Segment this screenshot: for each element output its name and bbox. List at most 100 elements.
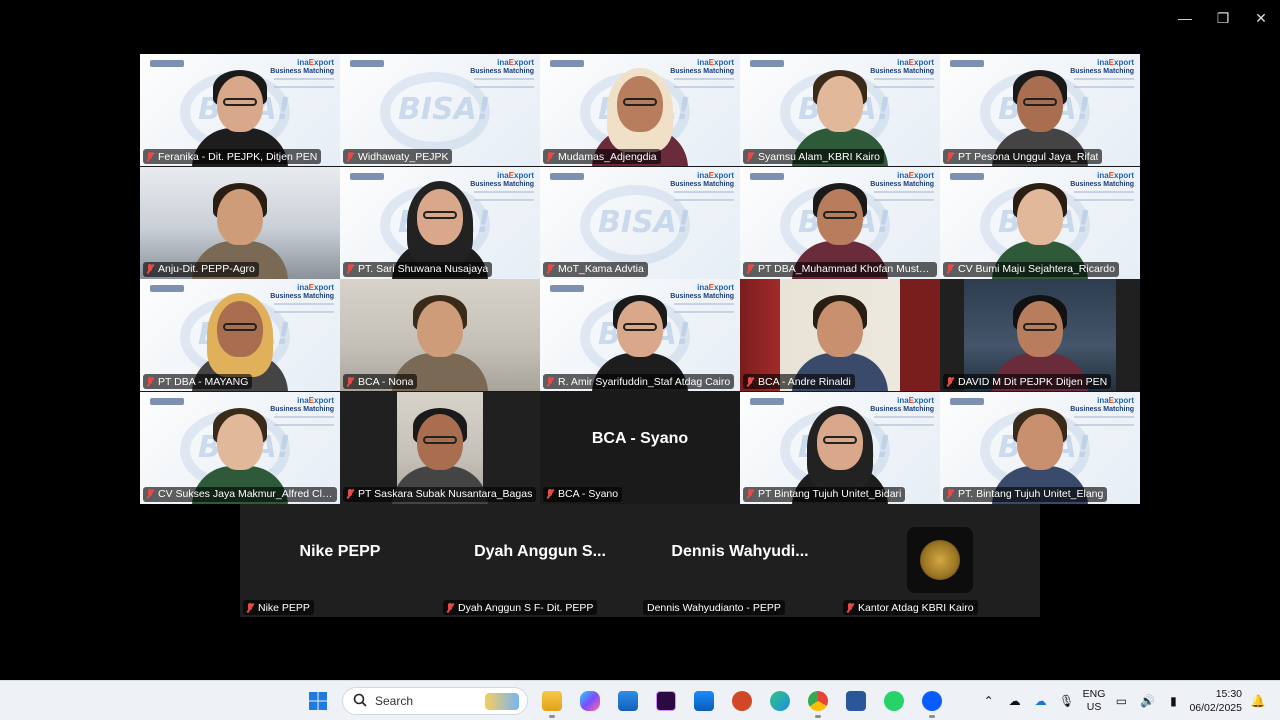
participant-tile[interactable]: inaExportBusiness MatchingBISA!PT. Binta… bbox=[940, 391, 1140, 504]
participant-display-name: Nike PEPP bbox=[299, 542, 381, 560]
copilot-icon[interactable] bbox=[572, 683, 608, 719]
participant-tile[interactable]: inaExportBusiness MatchingBISA!PT DBA_Mu… bbox=[740, 166, 940, 279]
microphone-icon[interactable]: 🎙 bbox=[1057, 691, 1077, 711]
participant-name-label: MoT_Kama Advtia bbox=[543, 261, 648, 277]
muted-microphone-icon bbox=[945, 264, 955, 274]
inaexport-logo: inaExport bbox=[697, 58, 734, 67]
participant-head bbox=[813, 70, 867, 132]
ministry-logo bbox=[950, 397, 984, 405]
participant-tile[interactable]: PT Saskara Subak Nusantara_Bagas bbox=[340, 391, 540, 504]
ministry-logo bbox=[550, 285, 584, 292]
participant-name-label: BCA - Andre Rinaldi bbox=[743, 374, 855, 389]
word-icon[interactable] bbox=[838, 683, 874, 719]
bisa-watermark: BISA! bbox=[398, 92, 491, 127]
participant-tile[interactable]: inaExportBusiness MatchingBISA!R. Amir S… bbox=[540, 279, 740, 391]
participant-name-label: PT. Bintang Tujuh Unitet_Elang bbox=[943, 486, 1108, 502]
participant-tile[interactable]: Dyah Anggun S... Dyah Anggun S F- Dit. PE… bbox=[440, 504, 640, 617]
participant-tile[interactable]: inaExportBusiness MatchingBISA!Syamsu Al… bbox=[740, 54, 940, 166]
muted-microphone-icon bbox=[345, 264, 355, 274]
participant-name: R. Amir Syarifuddin_Staf Atdag Cairo bbox=[558, 375, 731, 388]
participant-tile[interactable]: inaExportBusiness MatchingBISA!PT DBA - … bbox=[140, 279, 340, 391]
taskbar-search[interactable]: Search bbox=[342, 687, 528, 715]
slide-title: Business Matching bbox=[470, 68, 534, 75]
participant-head bbox=[213, 182, 267, 245]
inaexport-logo: inaExport bbox=[297, 395, 334, 405]
participant-tile[interactable]: inaExportBusiness MatchingBISA!PT Pesona… bbox=[940, 54, 1140, 166]
display-icon[interactable]: ▭ bbox=[1111, 691, 1131, 711]
microsoft-store-icon[interactable] bbox=[610, 683, 646, 719]
participant-name: BCA - Syano bbox=[558, 488, 619, 500]
outlook-icon[interactable] bbox=[686, 683, 722, 719]
ministry-logo bbox=[750, 172, 784, 180]
participant-tile[interactable]: BCA - Syano BCA - Syano bbox=[540, 391, 740, 504]
chrome-icon[interactable] bbox=[800, 683, 836, 719]
volume-icon[interactable]: 🔊 bbox=[1137, 691, 1157, 711]
taskbar: Search ⌃ ☁ ☁ 🎙 ENG US ▭ 🔊 ▮ 15:30 06/02/… bbox=[0, 680, 1280, 720]
participant-name: Syamsu Alam_KBRI Kairo bbox=[758, 150, 880, 163]
language-indicator[interactable]: ENG US bbox=[1083, 688, 1106, 714]
clock[interactable]: 15:30 06/02/2025 bbox=[1189, 687, 1242, 715]
face bbox=[817, 76, 863, 132]
participant-name-label: BCA - Syano bbox=[543, 486, 623, 502]
slide-title: Business Matching bbox=[1070, 405, 1134, 413]
inaexport-logo: inaExport bbox=[1097, 395, 1134, 405]
participant-tile[interactable]: inaExportBusiness MatchingBISA!CV Sukses… bbox=[140, 391, 340, 504]
participant-tile[interactable]: inaExportBusiness MatchingBISA!CV Bumi M… bbox=[940, 166, 1140, 279]
inaexport-logo: inaExport bbox=[897, 395, 934, 405]
participant-tile[interactable]: DAVID M Dit PEJPK Ditjen PEN bbox=[940, 279, 1140, 391]
participant-tile[interactable]: inaExportBusiness MatchingBISA!PT. Sari … bbox=[340, 166, 540, 279]
participant-tile[interactable]: inaExportBusiness MatchingBISA!Feranika … bbox=[140, 54, 340, 166]
participant-tile[interactable]: inaExport Business Matching BISA! MoT_Kama … bbox=[540, 166, 740, 279]
glasses bbox=[223, 323, 257, 331]
ministry-logo bbox=[950, 172, 984, 180]
participant-tile[interactable]: Kantor Atdag KBRI Kairo bbox=[840, 504, 1040, 617]
chevron-up-icon[interactable]: ⌃ bbox=[979, 691, 999, 711]
battery-icon[interactable]: ▮ bbox=[1163, 691, 1183, 711]
participant-head bbox=[213, 407, 267, 470]
face bbox=[817, 301, 863, 357]
glasses bbox=[423, 210, 457, 219]
whatsapp-icon[interactable] bbox=[876, 683, 912, 719]
slide-title: Business Matching bbox=[670, 180, 734, 188]
glasses bbox=[223, 98, 257, 106]
slide-title: Business Matching bbox=[270, 405, 334, 413]
participant-tile[interactable]: Dennis Wahyudi... Dennis Wahyudianto - PE… bbox=[640, 504, 840, 617]
file-explorer-icon[interactable] bbox=[534, 683, 570, 719]
face bbox=[217, 188, 263, 245]
participant-name: PT. Sari Shuwana Nusajaya bbox=[358, 263, 489, 275]
zoom-icon[interactable] bbox=[914, 683, 950, 719]
muted-microphone-icon bbox=[745, 151, 755, 162]
glasses bbox=[1023, 98, 1057, 106]
participant-tile[interactable]: BCA - Nona bbox=[340, 279, 540, 391]
notification-bell-icon[interactable]: 🔔 bbox=[1248, 691, 1268, 711]
onedrive-icon[interactable]: ☁ bbox=[1031, 691, 1051, 711]
premiere-icon[interactable] bbox=[648, 683, 684, 719]
maximize-button[interactable]: ❐ bbox=[1204, 0, 1242, 36]
glasses bbox=[623, 98, 657, 106]
network-drive-icon[interactable]: ☁ bbox=[1005, 691, 1025, 711]
muted-microphone-icon bbox=[345, 151, 355, 162]
time: 15:30 bbox=[1215, 688, 1242, 700]
participant-name: BCA - Andre Rinaldi bbox=[758, 375, 851, 388]
inaexport-logo: inaExport bbox=[297, 283, 334, 292]
participant-name: Kantor Atdag KBRI Kairo bbox=[858, 601, 974, 614]
slide-title: Business Matching bbox=[270, 293, 334, 300]
participant-name-label: Kantor Atdag KBRI Kairo bbox=[843, 600, 978, 615]
participant-tile[interactable]: Anju-Dit. PEPP-Agro bbox=[140, 166, 340, 279]
bisa-watermark: BISA! bbox=[598, 204, 691, 240]
participant-tile[interactable]: inaExport Business Matching BISA! Widhawaty… bbox=[340, 54, 540, 166]
glasses bbox=[1023, 323, 1057, 331]
close-button[interactable]: ✕ bbox=[1242, 0, 1280, 36]
participant-tile[interactable]: inaExportBusiness MatchingBISA!Mudamas_A… bbox=[540, 54, 740, 166]
system-tray: ⌃ ☁ ☁ 🎙 ENG US ▭ 🔊 ▮ 15:30 06/02/2025 🔔 bbox=[979, 681, 1280, 720]
powerpoint-icon[interactable] bbox=[724, 683, 760, 719]
slide-title: Business Matching bbox=[270, 68, 334, 75]
minimize-button[interactable]: — bbox=[1166, 0, 1204, 36]
windows-start-icon[interactable] bbox=[300, 683, 336, 719]
participant-tile[interactable]: Nike PEPP Nike PEPP bbox=[240, 504, 440, 617]
participant-tile[interactable]: BCA - Andre Rinaldi bbox=[740, 279, 940, 391]
participant-tile[interactable]: inaExportBusiness MatchingBISA!PT Bintan… bbox=[740, 391, 940, 504]
edge-icon[interactable] bbox=[762, 683, 798, 719]
gallery-view-row-overflow: Nike PEPP Nike PEPP Dyah Anggun S... Dyah A… bbox=[240, 504, 1040, 617]
slide-title: Business Matching bbox=[870, 405, 934, 413]
